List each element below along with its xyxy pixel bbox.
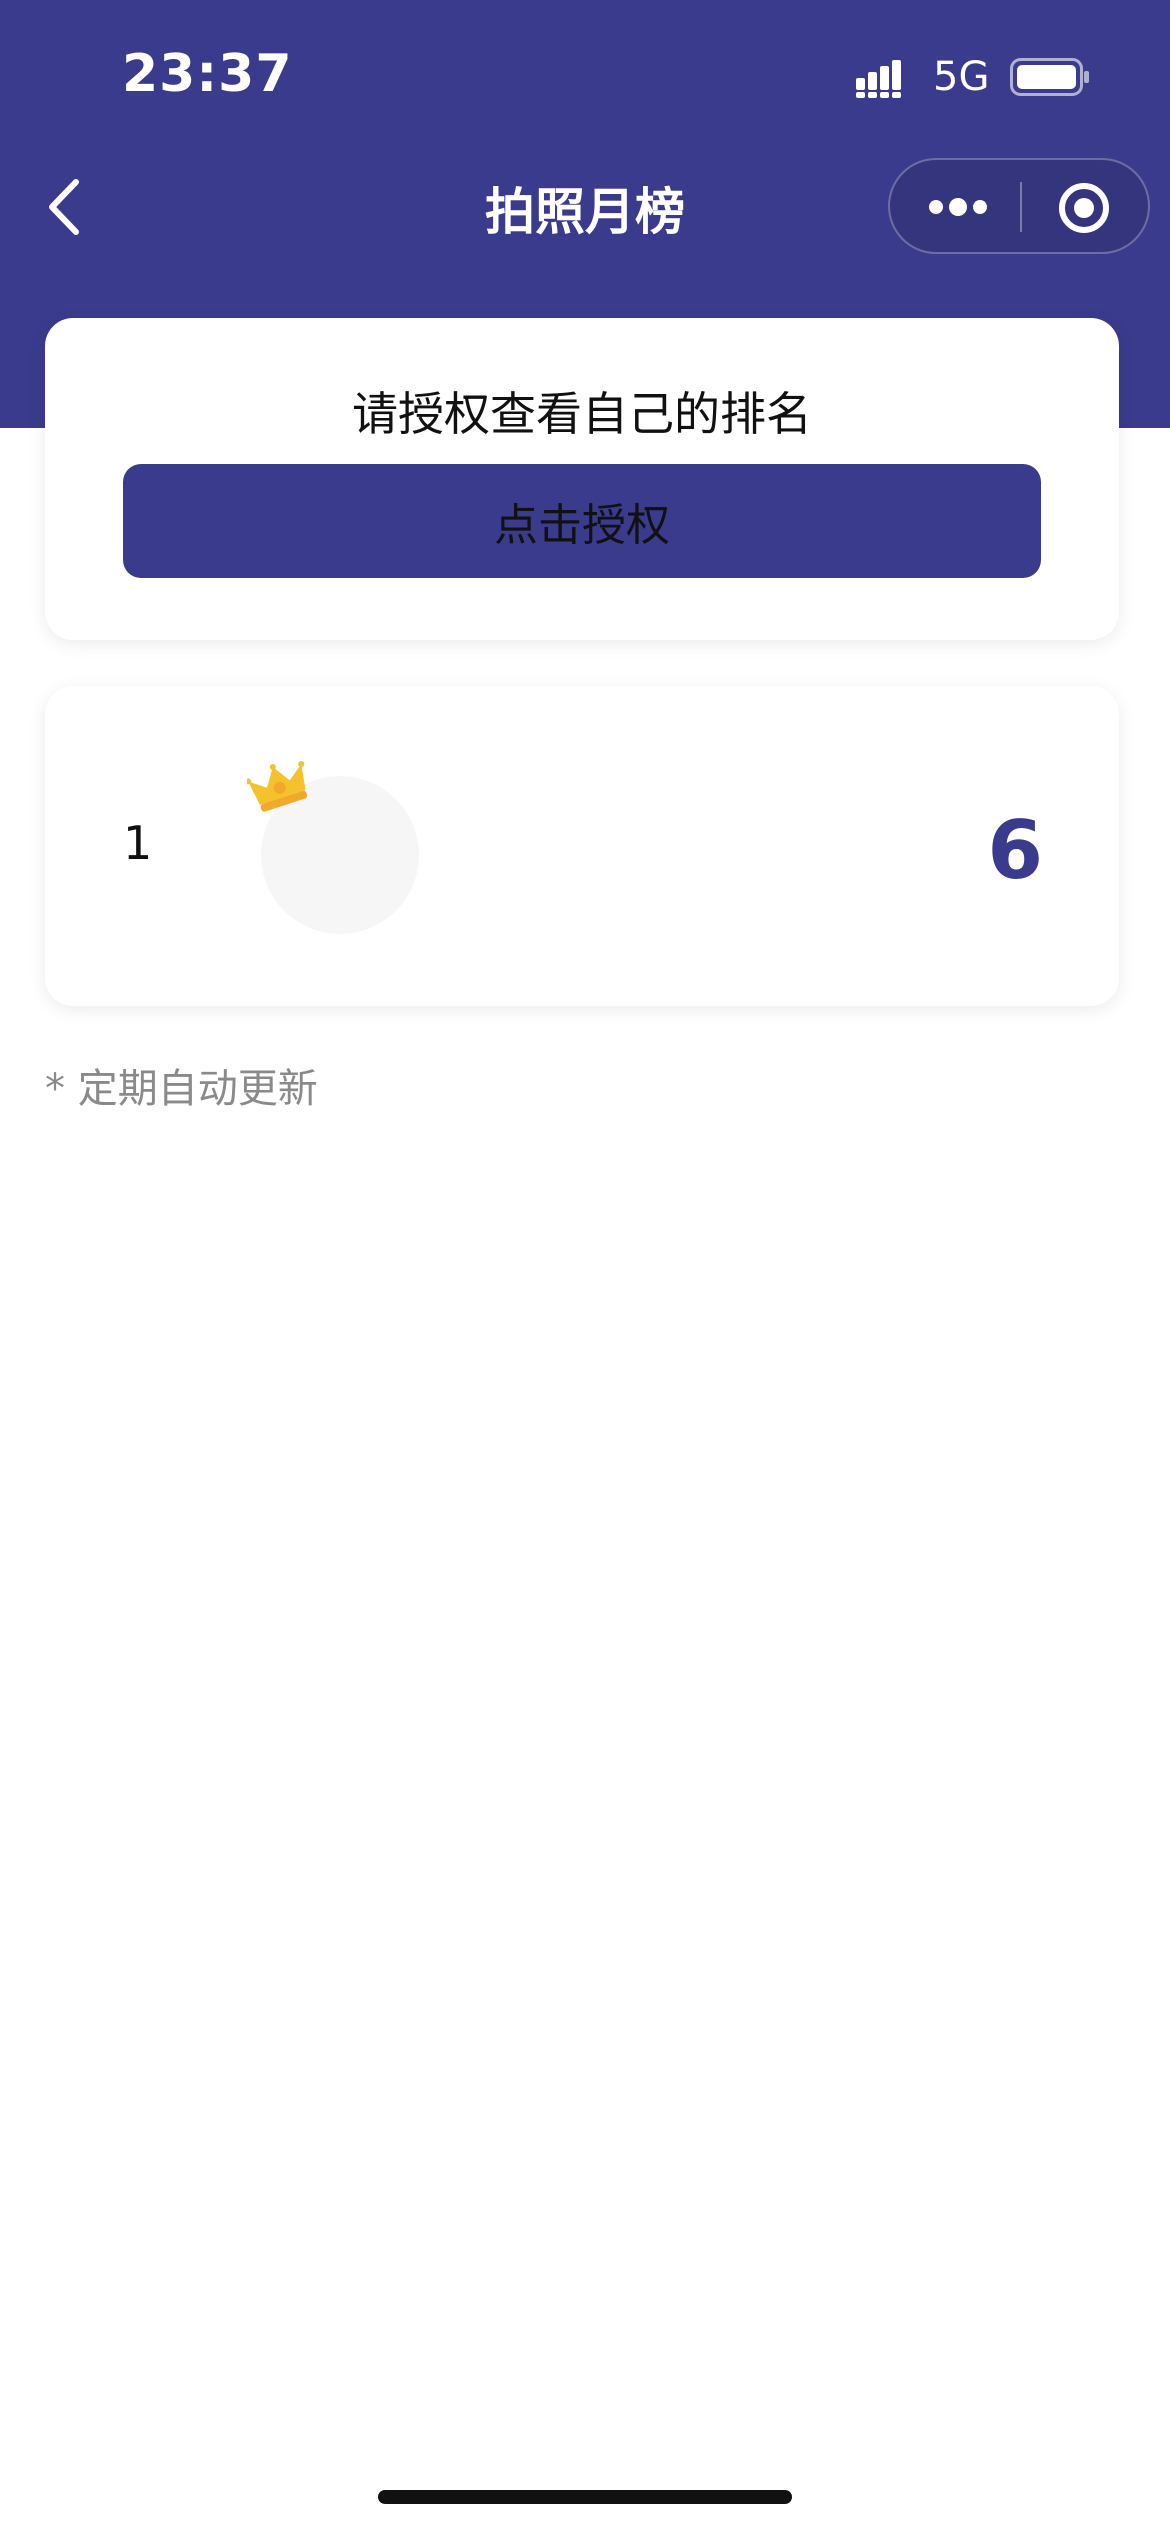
status-time: 23:37	[122, 44, 293, 104]
auth-card: 请授权查看自己的排名 点击授权	[45, 318, 1119, 640]
home-indicator[interactable]	[378, 2490, 792, 2504]
battery-icon	[1010, 58, 1089, 96]
score-value: 6	[987, 804, 1043, 897]
signal-icon	[856, 60, 901, 98]
auto-update-note: * 定期自动更新	[45, 1066, 318, 1112]
close-target-icon[interactable]	[1056, 180, 1112, 236]
rank-number: 1	[123, 816, 153, 870]
ranking-row: 1 6	[45, 686, 1119, 1006]
auth-prompt: 请授权查看自己的排名	[352, 387, 812, 441]
miniprogram-capsule	[888, 158, 1150, 254]
network-type: 5G	[933, 54, 990, 100]
capsule-divider	[1020, 182, 1022, 232]
authorize-button[interactable]: 点击授权	[123, 464, 1041, 578]
more-icon[interactable]	[926, 182, 990, 232]
crown-icon	[247, 761, 308, 812]
